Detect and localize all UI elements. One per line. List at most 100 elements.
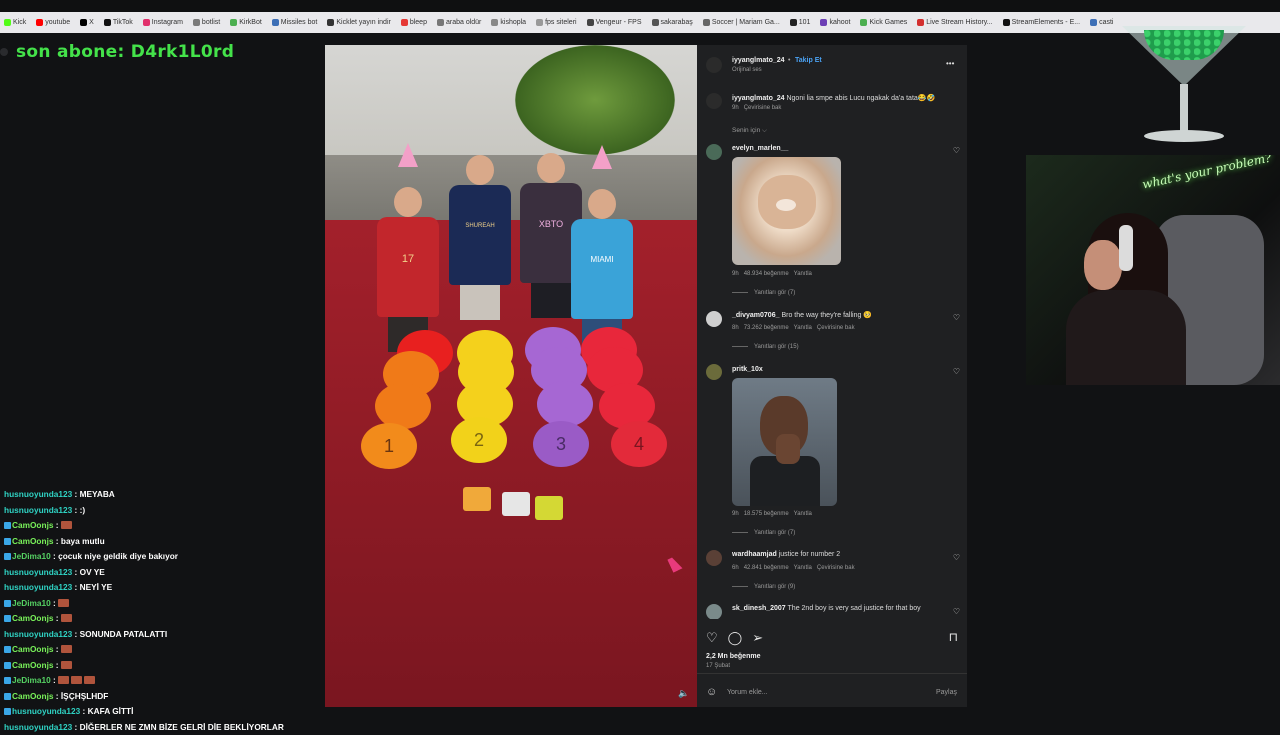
bookmark-item[interactable]: casti — [1090, 19, 1113, 26]
bookmark-item[interactable]: botlist — [193, 19, 220, 26]
bookmark-item[interactable]: X — [80, 19, 94, 26]
chat-username[interactable]: husnuoyunda123 — [4, 582, 72, 592]
translate-link[interactable]: Çevirisine bak — [817, 325, 855, 331]
comment-image-meme[interactable] — [732, 378, 837, 506]
chat-username[interactable]: CamOonjs — [12, 691, 54, 701]
chat-username[interactable]: husnuoyunda123 — [4, 722, 72, 732]
bookmark-favicon-icon — [437, 19, 444, 26]
comment-icon[interactable]: ◯ — [728, 630, 743, 646]
chat-username[interactable]: JeDima10 — [12, 598, 51, 608]
comment-avatar[interactable] — [706, 364, 722, 380]
caption-translate-link[interactable]: Çevirisine bak — [744, 105, 782, 111]
chat-username[interactable]: CamOonjs — [12, 536, 54, 546]
comment-avatar[interactable] — [706, 550, 722, 566]
chat-username[interactable]: husnuoyunda123 — [4, 567, 72, 577]
bookmark-label: fps siteleri — [545, 19, 577, 26]
post-date: 17 Şubat — [706, 663, 730, 669]
bookmark-favicon-icon — [491, 19, 498, 26]
view-replies[interactable]: Yanıtları gör (7) — [732, 290, 795, 296]
balloon-number-2: 2 — [451, 417, 507, 463]
comment-avatar[interactable] — [706, 144, 722, 160]
chat-username[interactable]: JeDima10 — [12, 675, 51, 685]
bookmark-item[interactable]: youtube — [36, 19, 70, 26]
bookmark-item[interactable]: sakarabaş — [652, 19, 693, 26]
more-options-icon[interactable]: ••• — [946, 59, 954, 68]
comment-username[interactable]: _divyam0706_ — [732, 312, 779, 319]
view-replies[interactable]: Yanıtları gör (15) — [732, 344, 799, 350]
bookmark-label: Missiles bot — [281, 19, 318, 26]
comment-avatar[interactable] — [706, 311, 722, 327]
bookmark-item[interactable]: kahoot — [820, 19, 850, 26]
bookmark-item[interactable]: Kick Games — [860, 19, 907, 26]
bookmark-item[interactable]: Kick — [4, 19, 26, 26]
chat-username[interactable]: husnuoyunda123 — [4, 629, 72, 639]
chat-message: husnuoyunda123 : DİĞERLER NE ZMN BİZE GE… — [4, 720, 304, 735]
comment-username[interactable]: wardhaamjad — [732, 551, 777, 558]
kid-4: MIAMI — [571, 165, 633, 354]
bookmark-favicon-icon — [230, 19, 237, 26]
like-comment-icon[interactable]: ♡ — [953, 553, 960, 562]
author-avatar[interactable] — [706, 57, 722, 73]
bookmark-item[interactable]: TikTok — [104, 19, 133, 26]
bookmark-item[interactable]: Instagram — [143, 19, 183, 26]
like-comment-icon[interactable]: ♡ — [953, 313, 960, 322]
chat-separator: : — [51, 675, 58, 685]
chat-username[interactable]: CamOonjs — [12, 660, 54, 670]
post-comment-button[interactable]: Paylaş — [936, 689, 957, 696]
bookmark-item[interactable]: StreamElements - E... — [1003, 19, 1080, 26]
comment-avatar[interactable] — [706, 604, 722, 620]
share-icon[interactable]: ➢ — [752, 630, 763, 646]
bookmark-item[interactable]: Live Stream History... — [917, 19, 992, 26]
bookmark-item[interactable]: Vengeur - FPS — [587, 19, 642, 26]
comment-username[interactable]: sk_dinesh_2007 — [732, 605, 786, 612]
reply-link[interactable]: Yanıtla — [794, 565, 812, 571]
bookmark-item[interactable]: Missiles bot — [272, 19, 318, 26]
bookmark-label: Kick Games — [869, 19, 907, 26]
like-comment-icon[interactable]: ♡ — [953, 607, 960, 616]
like-heart-icon[interactable]: ♡ — [706, 630, 718, 646]
chat-separator: : — [72, 489, 79, 499]
comment-filter-dropdown[interactable]: Senin için ⌵ — [732, 127, 767, 135]
bookmark-item[interactable]: bleep — [401, 19, 427, 26]
emoji-icon[interactable]: ☺ — [706, 686, 717, 698]
bookmark-item[interactable]: KirkBot — [230, 19, 262, 26]
view-replies[interactable]: Yanıtları gör (7) — [732, 530, 795, 536]
reply-link[interactable]: Yanıtla — [794, 325, 812, 331]
reply-link[interactable]: Yanıtla — [794, 511, 812, 517]
chat-separator: : — [54, 660, 61, 670]
neon-sign: what's your problem? — [1141, 155, 1272, 191]
reel-video[interactable]: 17 SHUREAH XBTO MIAMI 1 2 3 4 🔈 — [325, 45, 697, 707]
chat-message: CamOonjs : — [4, 518, 304, 534]
chat-text: SONUNDA PATALATTI — [80, 629, 168, 639]
bookmark-item[interactable]: kishopla — [491, 19, 526, 26]
follow-button[interactable]: Takip Et — [795, 57, 822, 64]
comment-image-puppy[interactable] — [732, 157, 841, 265]
bookmark-icon[interactable]: ⊓ — [949, 630, 958, 644]
chat-username[interactable]: JeDima10 — [12, 551, 51, 561]
comment-username[interactable]: evelyn_marlen__ — [732, 145, 788, 152]
like-comment-icon[interactable]: ♡ — [953, 367, 960, 376]
chat-username[interactable]: husnuoyunda123 — [12, 706, 80, 716]
chat-username[interactable]: CamOonjs — [12, 520, 54, 530]
bookmark-item[interactable]: araba oldür — [437, 19, 481, 26]
view-replies[interactable]: Yanıtları gör (9) — [732, 584, 795, 590]
bookmark-item[interactable]: 101 — [790, 19, 811, 26]
author-name[interactable]: iyyanglmato_24 — [732, 57, 785, 64]
bookmark-item[interactable]: Kicklet yayın indir — [327, 19, 390, 26]
comment-input[interactable]: Yorum ekle... — [727, 689, 768, 696]
chat-username[interactable]: husnuoyunda123 — [4, 489, 72, 499]
bookmark-item[interactable]: Soccer | Mariam Ga... — [703, 19, 780, 26]
volume-icon[interactable]: 🔈 — [678, 688, 688, 698]
translate-link[interactable]: Çevirisine bak — [817, 565, 855, 571]
chat-username[interactable]: CamOonjs — [12, 613, 54, 623]
chat-separator: : — [72, 582, 79, 592]
likes-count[interactable]: 2,2 Mn beğenme — [706, 653, 760, 660]
comment-username[interactable]: pritk_10x — [732, 366, 763, 373]
reply-link[interactable]: Yanıtla — [794, 271, 812, 277]
like-comment-icon[interactable]: ♡ — [953, 146, 960, 155]
bookmark-item[interactable]: fps siteleri — [536, 19, 577, 26]
chat-separator: : — [54, 536, 61, 546]
audio-label[interactable]: Orijinal ses — [732, 67, 762, 73]
chat-username[interactable]: husnuoyunda123 — [4, 505, 72, 515]
chat-username[interactable]: CamOonjs — [12, 644, 54, 654]
